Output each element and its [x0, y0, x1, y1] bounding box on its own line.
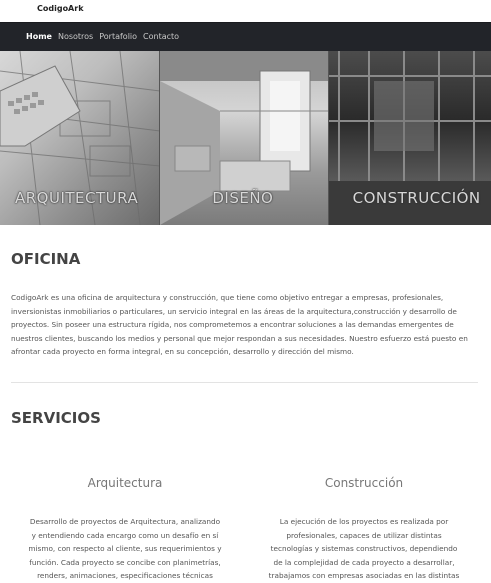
- hero-label-construccion: CONSTRUCCIÓN: [352, 189, 481, 207]
- hero-panel-arquitectura[interactable]: ARQUITECTURA: [0, 51, 160, 225]
- service-text-arquitectura: Desarrollo de proyectos de Arquitectura,…: [28, 517, 222, 580]
- brand-logo[interactable]: CodigoArk: [37, 4, 84, 13]
- nav-item-home[interactable]: Home: [26, 32, 52, 41]
- service-title-construccion: Construcción: [324, 476, 404, 490]
- nav-menu: Home Nosotros Portafolio Contacto: [26, 32, 179, 41]
- nav-item-nosotros[interactable]: Nosotros: [58, 32, 93, 41]
- hero-banner: ARQUITECTURA DISEÑO CONSTRUCCIÓN: [0, 51, 491, 225]
- hero-panel-diseno[interactable]: DISEÑO: [159, 51, 328, 225]
- nav-item-contacto[interactable]: Contacto: [143, 32, 179, 41]
- oficina-description: CodigoArk es una oficina de arquitectura…: [11, 293, 468, 357]
- service-title-arquitectura: Arquitectura: [87, 476, 163, 490]
- hero-label-arquitectura: ARQUITECTURA: [15, 189, 139, 207]
- servicios-heading: SERVICIOS: [11, 409, 101, 427]
- nav-item-portafolio[interactable]: Portafolio: [99, 32, 137, 41]
- section-divider: [11, 382, 478, 383]
- hero-panel-construccion[interactable]: CONSTRUCCIÓN: [327, 51, 491, 225]
- hero-label-diseno: DISEÑO: [212, 189, 274, 207]
- top-header: CodigoArk: [0, 0, 491, 22]
- service-text-construccion: La ejecución de los proyectos es realiza…: [268, 517, 460, 580]
- main-navbar: Home Nosotros Portafolio Contacto: [0, 22, 491, 51]
- oficina-heading: OFICINA: [11, 250, 81, 268]
